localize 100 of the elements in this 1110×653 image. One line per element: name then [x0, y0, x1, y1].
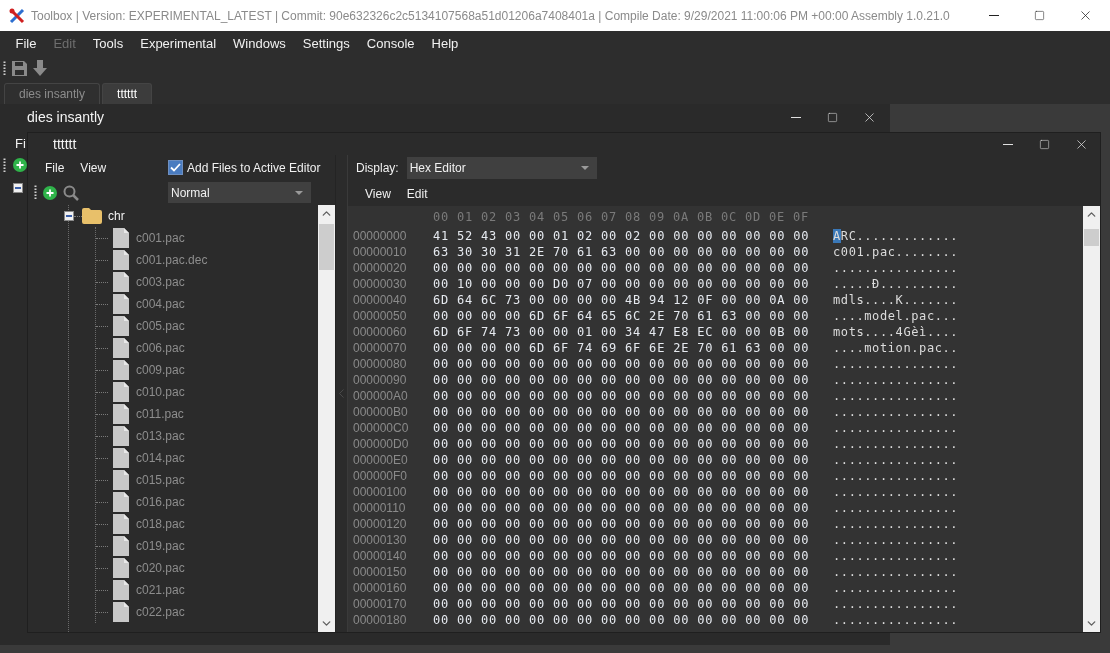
collapse-box-icon[interactable]	[13, 183, 23, 193]
menu-item[interactable]: Settings	[294, 34, 359, 53]
document-tab[interactable]: dies insantly	[4, 83, 101, 104]
file-label[interactable]: c001.pac	[136, 231, 185, 245]
file-icon	[113, 492, 129, 512]
file-label[interactable]: c016.pac	[136, 495, 185, 509]
hex-bytes: 00 00 00 00 6D 6F 64 65 6C 2E 70 61 63 00 00 00	[433, 309, 811, 323]
file-label[interactable]: c001.pac.dec	[136, 253, 208, 267]
file-label[interactable]: c010.pac	[136, 385, 185, 399]
column-header: 0D	[745, 210, 762, 224]
ascii-text: ................	[833, 405, 959, 419]
caret-icon	[295, 190, 303, 195]
scroll-thumb[interactable]	[1084, 229, 1099, 246]
scrollbar[interactable]	[1083, 206, 1100, 632]
menu-item[interactable]: Experimental	[131, 34, 225, 53]
file-icon	[113, 294, 129, 314]
column-header: 07	[601, 210, 618, 224]
file-label[interactable]: c021.pac	[136, 583, 185, 597]
offset-label: 00000160	[353, 581, 408, 595]
hex-bytes: 63 30 30 31 2E 70 61 63 00 00 00 00 00 00 00 00	[433, 245, 811, 259]
display-dropdown[interactable]: Hex Editor	[406, 157, 597, 179]
file-icon	[113, 404, 129, 424]
offset-label: 000000B0	[353, 405, 409, 419]
file-label[interactable]: c006.pac	[136, 341, 185, 355]
file-label[interactable]: c005.pac	[136, 319, 185, 333]
file-label[interactable]: c018.pac	[136, 517, 185, 531]
offset-label: 00000050	[353, 309, 408, 323]
mode-dropdown[interactable]: Normal	[168, 182, 311, 203]
menu-item[interactable]: Help	[423, 34, 467, 53]
checkbox[interactable]	[168, 160, 183, 175]
column-header: 02	[481, 210, 498, 224]
file-label[interactable]: c009.pac	[136, 363, 185, 377]
collapse-box-icon[interactable]	[64, 211, 74, 221]
menu-item[interactable]: View	[360, 184, 396, 203]
window-title: tttttt	[53, 136, 78, 152]
file-label[interactable]: c003.pac	[136, 275, 185, 289]
menu-item[interactable]: View	[75, 158, 112, 177]
file-label[interactable]: c015.pac	[136, 473, 185, 487]
file-label[interactable]: c004.pac	[136, 297, 185, 311]
window-title: Toolbox | Version: EXPERIMENTAL_LATEST | Commit: 90e632326c2c5134107568a51d01206a7408401a | Compile Date: 9/29/2021 11:00:06 PM +00:00 Assembly 1.0.21.0	[31, 8, 951, 23]
hex-bytes: 00 00 00 00 00 00 00 00 00 00 00 00 00 00 00 00	[433, 485, 811, 499]
file-icon	[113, 448, 129, 468]
file-label[interactable]: c022.pac	[136, 605, 185, 619]
file-icon	[113, 426, 129, 446]
offset-label: 00000110	[353, 501, 407, 515]
ascii-text: ................	[833, 565, 959, 579]
caret-icon	[580, 166, 589, 170]
column-header: 0F	[793, 210, 810, 224]
offset-label: 00000030	[353, 277, 408, 291]
menu-item[interactable]: Edit	[401, 184, 433, 203]
column-header: 08	[625, 210, 642, 224]
column-header: 00	[433, 210, 450, 224]
menu-item[interactable]: Tools	[84, 34, 132, 53]
scroll-thumb[interactable]	[319, 224, 334, 270]
file-label[interactable]: c019.pac	[136, 539, 185, 553]
menu-item[interactable]: Windows	[224, 34, 295, 53]
offset-label: 00000000	[353, 229, 408, 243]
ascii-text: ................	[833, 261, 959, 275]
hex-bytes: 6D 6F 74 73 00 00 01 00 34 47 E8 EC 00 00 0B 00	[433, 325, 811, 339]
hex-bytes: 00 00 00 00 00 00 00 00 00 00 00 00 00 00 00 00	[433, 389, 811, 403]
hex-bytes: 00 00 00 00 00 00 00 00 00 00 00 00 00 00 00 00	[433, 437, 811, 451]
hex-bytes: 6D 64 6C 73 00 00 00 00 4B 94 12 0F 00 00 0A 00	[433, 293, 811, 307]
menu-item[interactable]: Console	[358, 34, 424, 53]
file-icon	[113, 360, 129, 380]
file-label[interactable]: c020.pac	[136, 561, 185, 575]
column-header: 0E	[769, 210, 786, 224]
column-header: 06	[577, 210, 594, 224]
file-label[interactable]: c014.pac	[136, 451, 185, 465]
ascii-text: ................	[833, 549, 959, 563]
minimize-icon	[988, 15, 999, 16]
file-icon	[113, 514, 129, 534]
ascii-text: ................	[833, 357, 959, 371]
hex-bytes: 00 10 00 00 00 D0 07 00 00 00 00 00 00 00 00 00	[433, 277, 811, 291]
menu-item[interactable]: File	[7, 34, 45, 53]
scrollbar[interactable]	[318, 205, 335, 632]
grip-icon	[34, 185, 37, 200]
ascii-text: ................	[833, 453, 959, 467]
ascii-text: ................	[833, 421, 959, 435]
file-label[interactable]: c013.pac	[136, 429, 185, 443]
folder-label[interactable]: chr	[108, 209, 125, 223]
menu-item[interactable]: Fi	[15, 135, 26, 151]
add-files-checkbox[interactable]: Add Files to Active Editor	[168, 160, 321, 175]
offset-label: 00000130	[353, 533, 408, 547]
file-label[interactable]: c011.pac	[136, 407, 184, 421]
ascii-text: ....model.pac...	[833, 309, 959, 323]
menu-item[interactable]: File	[40, 158, 70, 177]
file-icon	[113, 580, 129, 600]
offset-label: 00000090	[353, 373, 408, 387]
file-icon	[113, 228, 129, 248]
maximize-icon	[1034, 10, 1045, 21]
offset-label: 00000010	[353, 245, 408, 259]
minimize-icon	[790, 116, 801, 118]
column-header: 0C	[721, 210, 738, 224]
hex-bytes: 00 00 00 00 00 00 00 00 00 00 00 00 00 00 00 00	[433, 501, 811, 515]
file-icon	[113, 250, 129, 270]
document-tab[interactable]: tttttt	[102, 83, 153, 104]
ascii-text: ....motion.pac..	[833, 341, 959, 355]
hex-bytes: 00 00 00 00 00 00 00 00 00 00 00 00 00 00 00 00	[433, 533, 811, 547]
hex-bytes: 00 00 00 00 00 00 00 00 00 00 00 00 00 00 00 00	[433, 517, 811, 531]
file-icon	[113, 470, 129, 490]
